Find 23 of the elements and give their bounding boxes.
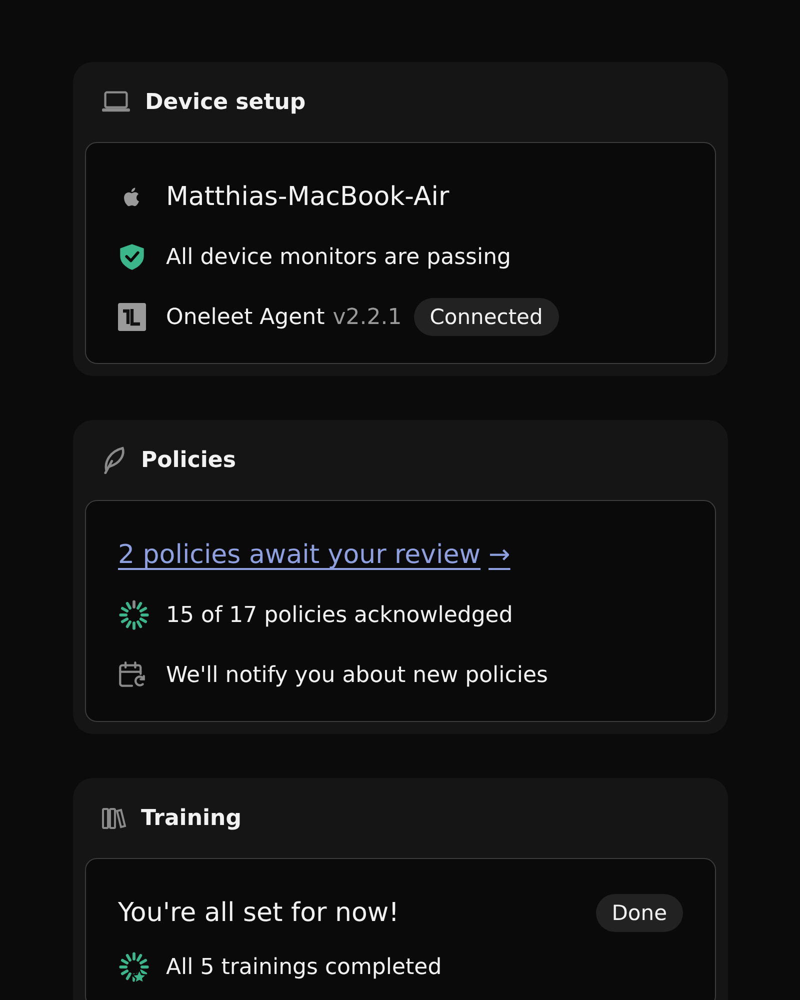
section-title: Device setup <box>145 90 306 114</box>
status-text: All device monitors are passing <box>166 244 512 270</box>
agent-version: v2.2.1 <box>332 304 402 330</box>
shield-check-icon <box>118 243 146 271</box>
progress-text: 15 of 17 policies acknowledged <box>166 602 513 628</box>
arrow-icon: → <box>488 540 510 570</box>
review-link[interactable]: 2 policies await your review <box>118 540 481 570</box>
status-badge: Connected <box>414 298 559 336</box>
progress-star-icon <box>118 951 150 983</box>
section-title: Training <box>141 806 242 830</box>
progress-text: All 5 trainings completed <box>166 954 442 980</box>
calendar-refresh-icon <box>118 661 146 689</box>
laptop-icon <box>101 90 131 114</box>
progress-ring-icon <box>118 599 150 631</box>
notice-text: We'll notify you about new policies <box>166 662 548 688</box>
books-icon <box>101 806 127 830</box>
feather-icon <box>101 446 127 474</box>
agent-logo-icon <box>118 303 146 331</box>
status-badge: Done <box>596 894 683 932</box>
device-name: Matthias-MacBook-Air <box>166 182 450 212</box>
agent-name: Oneleet Agent <box>166 304 325 330</box>
section-title: Policies <box>141 448 236 472</box>
status-heading: You're all set for now! <box>118 898 400 928</box>
